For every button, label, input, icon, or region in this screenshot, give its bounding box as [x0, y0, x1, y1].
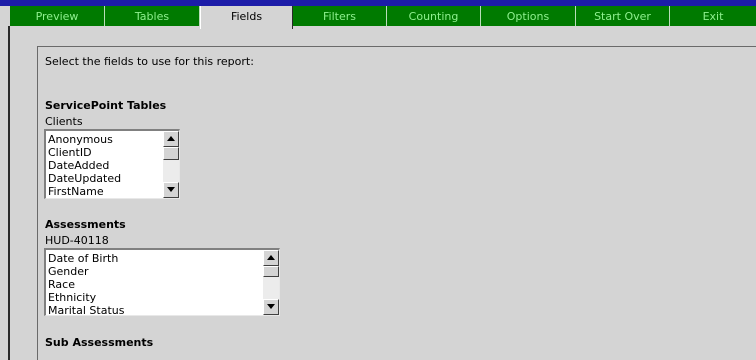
- tab-start-over[interactable]: Start Over: [576, 6, 670, 26]
- triangle-down-icon: [167, 187, 175, 192]
- list-item[interactable]: Date of Birth: [48, 252, 118, 265]
- list-item[interactable]: Anonymous: [48, 133, 113, 146]
- list-item[interactable]: Ethnicity: [48, 291, 96, 304]
- tab-filters[interactable]: Filters: [293, 6, 387, 26]
- list-item[interactable]: DateUpdated: [48, 172, 121, 185]
- list-item[interactable]: Marital Status: [48, 304, 124, 315]
- scroll-down-button[interactable]: [163, 182, 179, 198]
- triangle-up-icon: [267, 255, 275, 260]
- tab-options[interactable]: Options: [481, 6, 576, 26]
- servicepoint-tables-heading: ServicePoint Tables: [45, 99, 167, 112]
- list-item[interactable]: DateAdded: [48, 159, 109, 172]
- left-frame-rule: [8, 26, 10, 360]
- clients-scrollbar[interactable]: [163, 131, 179, 198]
- list-item[interactable]: Race: [48, 278, 75, 291]
- clients-field-listbox[interactable]: Anonymous ClientID DateAdded DateUpdated…: [44, 129, 180, 199]
- triangle-down-icon: [267, 304, 275, 309]
- scroll-thumb[interactable]: [163, 147, 179, 160]
- scroll-down-button[interactable]: [263, 299, 279, 315]
- tab-bar: Preview Tables Fields Filters Counting O…: [10, 6, 756, 29]
- assessments-heading: Assessments: [45, 218, 126, 231]
- scroll-up-button[interactable]: [263, 250, 279, 266]
- tab-tables[interactable]: Tables: [105, 6, 200, 26]
- list-item[interactable]: ClientID: [48, 146, 92, 159]
- sub-assessments-heading: Sub Assessments: [45, 336, 154, 349]
- scroll-thumb[interactable]: [263, 266, 279, 277]
- clients-label: Clients: [45, 115, 83, 128]
- list-item[interactable]: FirstName: [48, 185, 104, 198]
- scroll-up-button[interactable]: [163, 131, 179, 147]
- tab-preview[interactable]: Preview: [10, 6, 105, 26]
- tab-exit[interactable]: Exit: [670, 6, 756, 26]
- hud-40118-label: HUD-40118: [45, 234, 109, 247]
- triangle-up-icon: [167, 136, 175, 141]
- assessments-scrollbar[interactable]: [263, 250, 279, 315]
- assessments-field-listbox[interactable]: Date of Birth Gender Race Ethnicity Mari…: [44, 248, 280, 316]
- instructions-text: Select the fields to use for this report…: [45, 55, 254, 68]
- tab-fields[interactable]: Fields: [200, 6, 293, 29]
- tab-counting[interactable]: Counting: [387, 6, 481, 26]
- list-item[interactable]: Gender: [48, 265, 89, 278]
